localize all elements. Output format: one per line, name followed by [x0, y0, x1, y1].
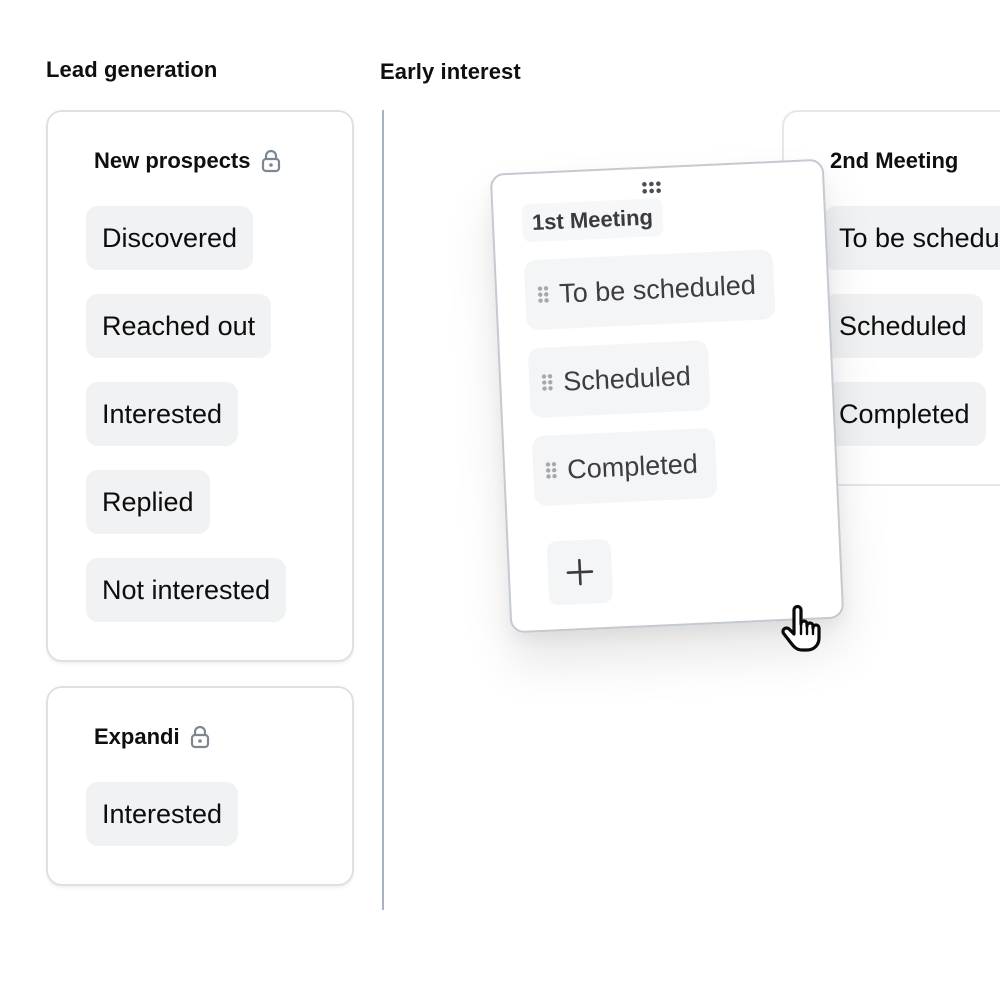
drag-handle-icon[interactable]: [545, 460, 558, 481]
column-title-early-interest: Early interest: [380, 59, 521, 84]
lock-icon: [261, 149, 280, 173]
stage-title: 1st Meeting: [521, 198, 664, 243]
stage-card-new-prospects[interactable]: New prospects Discovered Reached out Int…: [46, 110, 354, 662]
stage-title: New prospects: [94, 148, 251, 173]
grab-hand-icon: [781, 604, 821, 652]
add-status-button[interactable]: [546, 538, 614, 606]
stage-title: 2nd Meeting: [830, 148, 959, 173]
stage-card-1st-meeting-dragging[interactable]: 1st Meeting To be scheduled Scheduled Co…: [489, 158, 845, 634]
status-chip[interactable]: To be scheduled: [523, 249, 776, 331]
drag-handle-icon[interactable]: [537, 284, 550, 305]
lock-icon: [190, 725, 209, 749]
status-label: To be scheduled: [558, 269, 757, 309]
drag-handle-icon[interactable]: [541, 372, 554, 393]
stage-header: New prospects: [94, 148, 281, 174]
plus-icon: [566, 558, 594, 586]
stage-title: Expandi: [94, 724, 180, 749]
status-chip[interactable]: Interested: [86, 382, 239, 446]
status-chip[interactable]: Completed: [531, 427, 718, 507]
status-chip[interactable]: To be scheduled: [824, 206, 1000, 270]
status-chip[interactable]: Reached out: [86, 294, 272, 358]
column-divider: [382, 110, 384, 910]
status-chip[interactable]: Discovered: [86, 206, 254, 270]
column-title-lead-generation: Lead generation: [46, 57, 218, 82]
drag-handle-icon[interactable]: [640, 180, 663, 195]
status-chip[interactable]: Completed: [824, 382, 986, 446]
status-chip[interactable]: Replied: [86, 470, 210, 534]
status-chip[interactable]: Not interested: [86, 558, 287, 622]
status-chip[interactable]: Interested: [86, 782, 239, 846]
stage-header: 2nd Meeting: [830, 148, 958, 174]
stage-header: Expandi: [94, 724, 210, 750]
status-label: Completed: [566, 448, 699, 485]
status-label: Scheduled: [562, 360, 692, 397]
status-chip[interactable]: Scheduled: [824, 294, 983, 358]
stage-card-expandi[interactable]: Expandi Interested: [46, 686, 354, 886]
status-chip[interactable]: Scheduled: [527, 340, 711, 419]
